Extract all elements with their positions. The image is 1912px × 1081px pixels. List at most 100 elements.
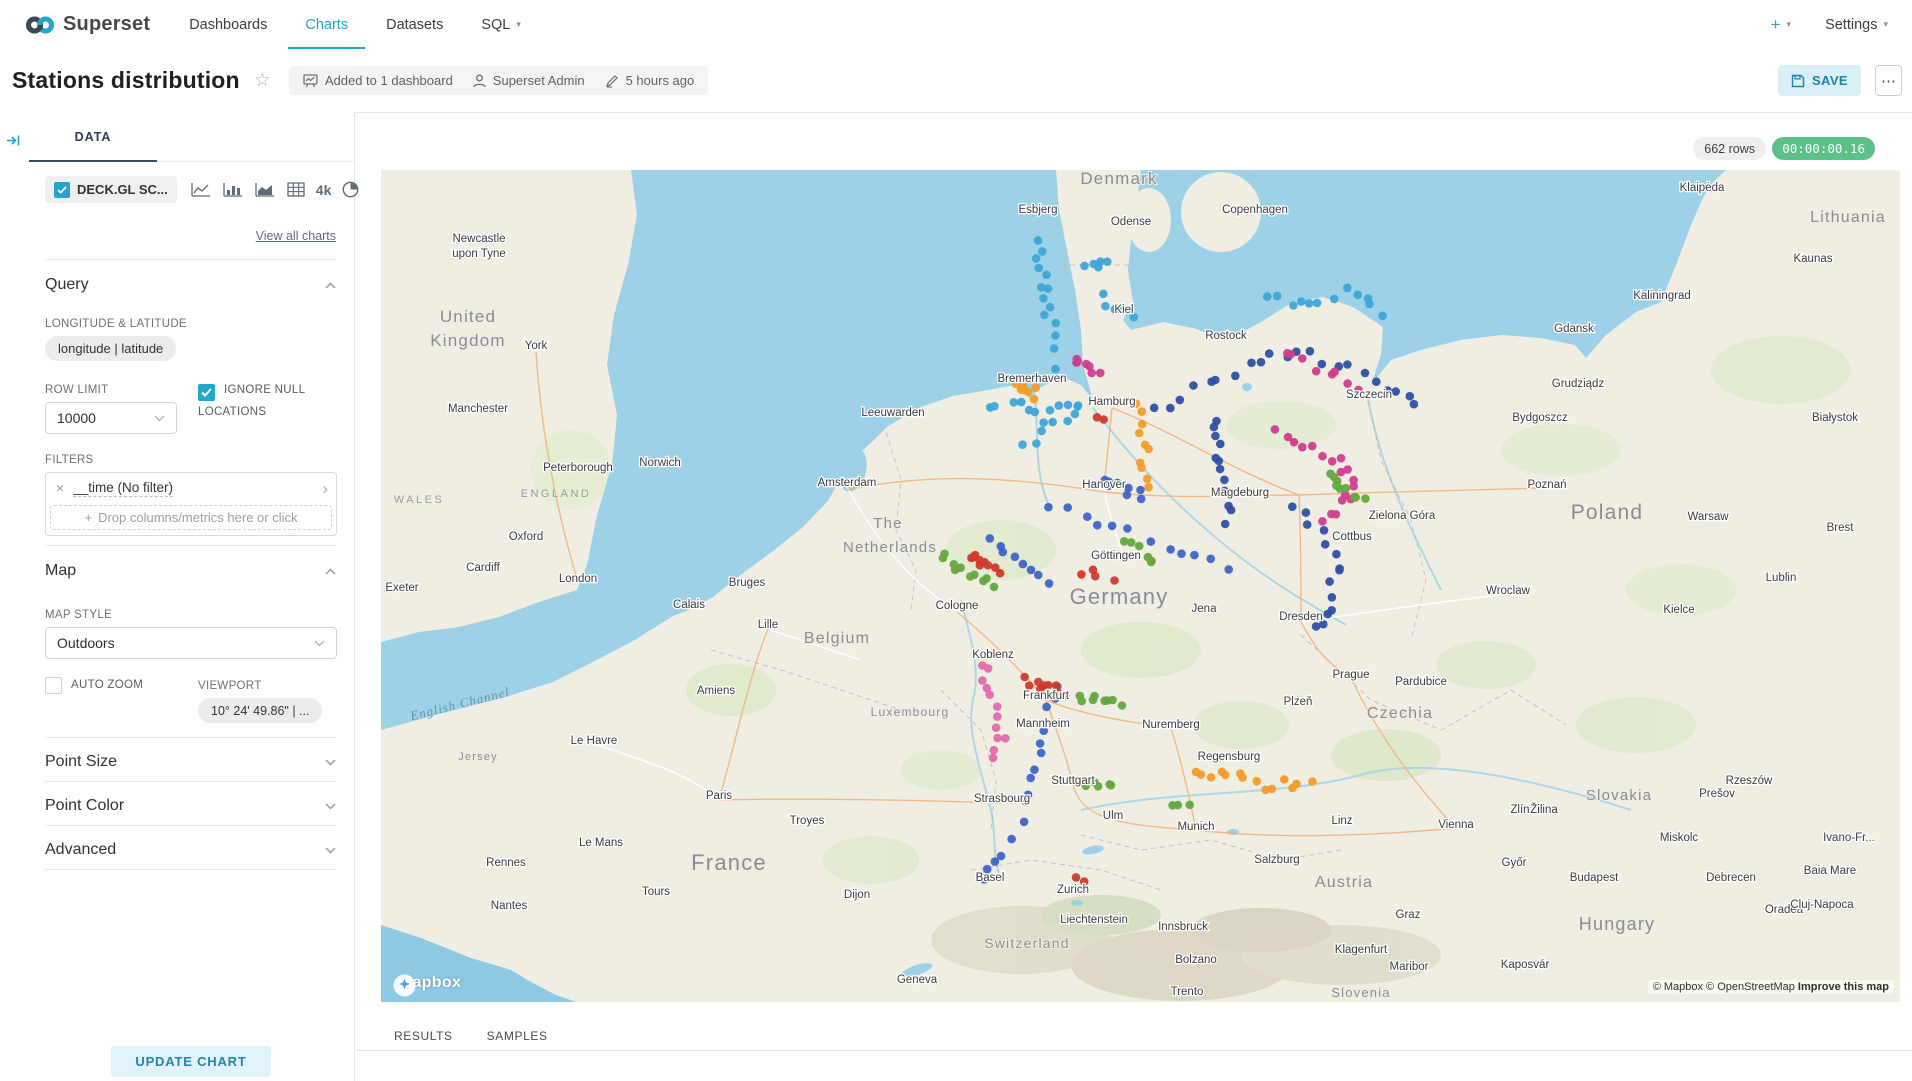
scatter-point[interactable] bbox=[1108, 522, 1117, 531]
scatter-point[interactable] bbox=[1026, 774, 1035, 783]
scatter-point[interactable] bbox=[990, 402, 999, 411]
scatter-point[interactable] bbox=[1257, 358, 1266, 367]
scatter-point[interactable] bbox=[1050, 344, 1059, 353]
scatter-point[interactable] bbox=[1349, 482, 1358, 491]
scatter-point[interactable] bbox=[1073, 402, 1082, 411]
scatter-point[interactable] bbox=[1365, 300, 1374, 309]
scatter-point[interactable] bbox=[1220, 476, 1229, 485]
scatter-point[interactable] bbox=[1290, 438, 1299, 447]
scatter-point[interactable] bbox=[1039, 294, 1048, 303]
scatter-point[interactable] bbox=[1306, 347, 1315, 356]
scatter-point[interactable] bbox=[1312, 622, 1321, 631]
area-chart-icon[interactable] bbox=[255, 182, 275, 197]
scatter-point[interactable] bbox=[970, 571, 979, 580]
scatter-point[interactable] bbox=[1330, 295, 1339, 304]
scatter-point[interactable] bbox=[1318, 452, 1327, 461]
scatter-point[interactable] bbox=[1263, 292, 1272, 301]
scatter-point[interactable] bbox=[1271, 425, 1280, 434]
scatter-point[interactable] bbox=[1037, 427, 1046, 436]
scatter-point[interactable] bbox=[1308, 442, 1317, 451]
scatter-point[interactable] bbox=[1313, 299, 1322, 308]
scatter-point[interactable] bbox=[1147, 558, 1156, 567]
section-point-color[interactable]: Point Color bbox=[45, 788, 336, 824]
improve-map-link[interactable]: Improve this map bbox=[1798, 981, 1889, 993]
viz-type-chip[interactable]: DECK.GL SC... bbox=[45, 176, 177, 203]
drop-columns-zone[interactable]: +Drop columns/metrics here or click bbox=[50, 505, 332, 530]
scatter-point[interactable] bbox=[1063, 417, 1072, 426]
mapbox-logo[interactable]: mapbox bbox=[393, 974, 461, 992]
scatter-point[interactable] bbox=[993, 702, 1002, 711]
scatter-point[interactable] bbox=[1176, 396, 1185, 405]
scatter-point[interactable] bbox=[1343, 465, 1352, 474]
scatter-point[interactable] bbox=[1034, 264, 1043, 273]
scatter-point[interactable] bbox=[980, 558, 989, 567]
scatter-point[interactable] bbox=[1037, 749, 1046, 758]
scatter-point[interactable] bbox=[991, 857, 1000, 866]
scatter-point[interactable] bbox=[1150, 404, 1159, 413]
scatter-point[interactable] bbox=[1077, 697, 1086, 706]
scatter-point[interactable] bbox=[1227, 506, 1236, 515]
scatter-point[interactable] bbox=[1108, 696, 1117, 705]
scatter-point[interactable] bbox=[1287, 350, 1296, 359]
scatter-point[interactable] bbox=[1123, 491, 1132, 500]
scatter-point[interactable] bbox=[1280, 775, 1289, 784]
scatter-point[interactable] bbox=[1330, 367, 1339, 376]
scatter-point[interactable] bbox=[1118, 701, 1127, 710]
scatter-point[interactable] bbox=[1094, 782, 1103, 791]
scatter-point[interactable] bbox=[1166, 404, 1175, 413]
scatter-point[interactable] bbox=[1101, 302, 1110, 311]
scatter-point[interactable] bbox=[1361, 494, 1370, 503]
scatter-point[interactable] bbox=[1051, 331, 1060, 340]
scatter-point[interactable] bbox=[1303, 520, 1312, 529]
scatter-point[interactable] bbox=[1302, 508, 1311, 517]
scatter-point[interactable] bbox=[1032, 254, 1041, 263]
scatter-point[interactable] bbox=[1325, 577, 1334, 586]
scatter-point[interactable] bbox=[1044, 503, 1053, 512]
scatter-point[interactable] bbox=[1044, 284, 1053, 293]
scatter-point[interactable] bbox=[1297, 297, 1306, 306]
scatter-point[interactable] bbox=[1190, 551, 1199, 560]
scatter-point[interactable] bbox=[1019, 560, 1028, 569]
scatter-point[interactable] bbox=[1099, 290, 1108, 299]
scatter-point[interactable] bbox=[1328, 593, 1337, 602]
scatter-point[interactable] bbox=[1268, 785, 1277, 794]
scatter-point[interactable] bbox=[1197, 770, 1206, 779]
scatter-point[interactable] bbox=[1040, 311, 1049, 320]
scatter-point[interactable] bbox=[1093, 521, 1102, 530]
scatter-point[interactable] bbox=[1321, 540, 1330, 549]
big-number-icon[interactable]: 4k bbox=[316, 182, 332, 198]
scatter-point[interactable] bbox=[1055, 401, 1064, 410]
scatter-point[interactable] bbox=[1135, 542, 1144, 551]
scatter-point[interactable] bbox=[1071, 410, 1080, 419]
scatter-point[interactable] bbox=[1020, 673, 1029, 682]
pie-chart-icon[interactable] bbox=[342, 181, 359, 198]
favorite-star-icon[interactable]: ☆ bbox=[254, 69, 271, 92]
scatter-point[interactable] bbox=[1238, 773, 1247, 782]
scatter-point[interactable] bbox=[1034, 571, 1043, 580]
scatter-point[interactable] bbox=[1320, 526, 1329, 535]
scatter-point[interactable] bbox=[1127, 538, 1136, 547]
scatter-point[interactable] bbox=[992, 723, 1001, 732]
nav-item-datasets[interactable]: Datasets bbox=[369, 0, 460, 49]
scatter-point[interactable] bbox=[1048, 418, 1057, 427]
scatter-point[interactable] bbox=[1052, 319, 1061, 328]
scatter-point[interactable] bbox=[1046, 303, 1055, 312]
scatter-point[interactable] bbox=[1007, 835, 1016, 844]
scatter-point[interactable] bbox=[1350, 493, 1359, 502]
scatter-point[interactable] bbox=[1318, 517, 1327, 526]
update-chart-button[interactable]: UPDATE CHART bbox=[111, 1046, 271, 1077]
auto-zoom-checkbox[interactable] bbox=[45, 677, 62, 694]
last-modified-badge[interactable]: 5 hours ago bbox=[605, 73, 695, 88]
scatter-point[interactable] bbox=[1045, 579, 1054, 588]
row-limit-select[interactable]: 10000 bbox=[45, 402, 177, 434]
scatter-point[interactable] bbox=[1077, 570, 1086, 579]
new-button[interactable]: +▾ bbox=[1771, 15, 1791, 35]
scatter-point[interactable] bbox=[1099, 415, 1108, 424]
tab-samples[interactable]: SAMPLES bbox=[487, 1029, 548, 1043]
scatter-point[interactable] bbox=[1137, 463, 1146, 472]
scatter-point[interactable] bbox=[1207, 773, 1216, 782]
save-button[interactable]: SAVE bbox=[1778, 65, 1861, 96]
scatter-point[interactable] bbox=[984, 664, 993, 673]
scatter-point[interactable] bbox=[1308, 777, 1317, 786]
settings-menu[interactable]: Settings▾ bbox=[1825, 17, 1888, 33]
